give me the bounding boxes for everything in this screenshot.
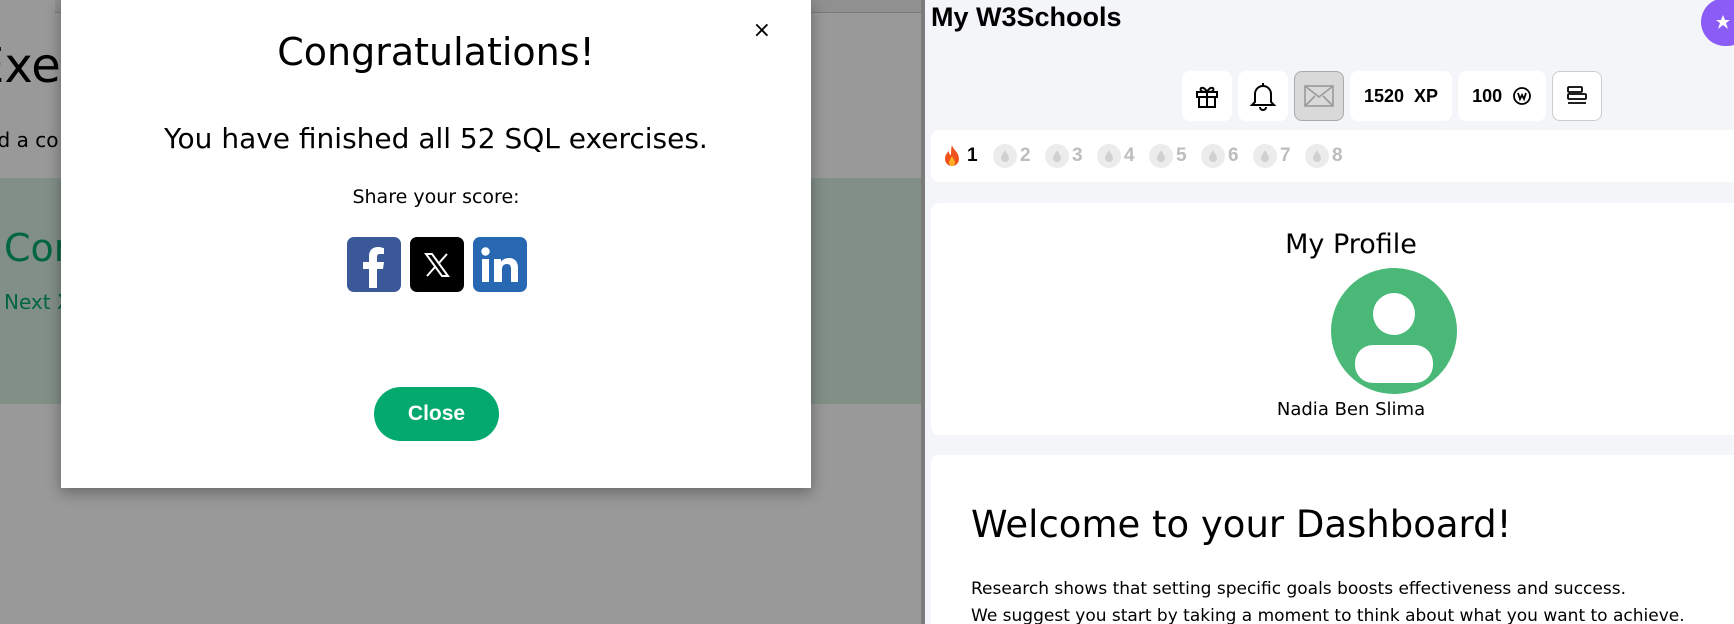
profile-title: My Profile (1285, 229, 1417, 260)
drop-icon (1097, 144, 1121, 168)
drop-icon (1201, 144, 1225, 168)
streak-day: 5 (1149, 144, 1201, 168)
streak-day-label: 6 (1228, 145, 1239, 166)
exercise-pane: Exer ld a co Cor Next X × Congratulation… (0, 0, 926, 624)
drop-icon (1305, 144, 1329, 168)
streak-day-label: 7 (1280, 145, 1291, 166)
drop-icon (1253, 144, 1277, 168)
modal-title: Congratulations! (277, 30, 595, 74)
welcome-paragraph: We suggest you start by taking a moment … (971, 606, 1685, 624)
streak-day: 8 (1305, 144, 1357, 168)
profile-name: Nadia Ben Slima (1276, 399, 1426, 420)
avatar[interactable] (1331, 268, 1457, 394)
streak-day-label: 4 (1124, 145, 1135, 166)
gift-button[interactable] (1182, 71, 1232, 121)
mail-icon (1304, 85, 1334, 107)
streak-day: 6 (1201, 144, 1253, 168)
streak-day: 7 (1253, 144, 1305, 168)
streak-day: 4 (1097, 144, 1149, 168)
share-label: Share your score: (352, 186, 520, 208)
coin-icon (1513, 87, 1532, 105)
welcome-card: Welcome to your Dashboard! Research show… (931, 455, 1734, 624)
xp-value: 1520 (1364, 85, 1405, 106)
xp-badge[interactable]: 1520 XP (1350, 71, 1453, 121)
toolbar: 1520 XP 100 (1182, 71, 1603, 121)
sidebar-icon (1567, 86, 1588, 104)
streak-day-label: 8 (1332, 145, 1343, 166)
congratulations-modal: × Congratulations! You have finished all… (61, 0, 811, 488)
sidebar-toggle-button[interactable] (1552, 71, 1603, 121)
coins-value: 100 (1472, 85, 1503, 106)
profile-card: My Profile Nadia Ben Slima (931, 203, 1734, 435)
upgrade-button[interactable] (1701, 0, 1734, 46)
welcome-title: Welcome to your Dashboard! (971, 503, 1512, 546)
streak-bar: 1 2 3 4 5 6 7 8 (931, 130, 1734, 182)
drop-icon (993, 144, 1017, 168)
welcome-paragraph: Research shows that setting specific goa… (971, 579, 1626, 599)
streak-day-label: 2 (1020, 145, 1031, 166)
close-button[interactable]: Close (374, 387, 499, 441)
x-icon[interactable] (410, 237, 464, 292)
coins-badge[interactable]: 100 (1458, 71, 1547, 121)
modal-message: You have finished all 52 SQL exercises. (164, 122, 708, 155)
dashboard-pane: My W3Schools 1520 XP 100 1 2 3 4 5 6 7 8… (925, 0, 1734, 624)
messages-button[interactable] (1294, 71, 1344, 121)
notifications-button[interactable] (1238, 71, 1288, 121)
streak-day-label: 3 (1072, 145, 1083, 166)
drop-icon (1149, 144, 1173, 168)
linkedin-icon[interactable] (473, 237, 527, 292)
bell-icon (1249, 83, 1277, 111)
xp-label: XP (1414, 85, 1439, 106)
streak-day-label: 5 (1176, 145, 1187, 166)
streak-day-label: 1 (967, 145, 978, 166)
flame-icon (945, 145, 959, 166)
share-icons (347, 237, 527, 292)
streak-day: 2 (993, 144, 1045, 168)
drop-icon (1045, 144, 1069, 168)
streak-day: 3 (1045, 144, 1097, 168)
gift-icon (1196, 86, 1218, 108)
facebook-icon[interactable] (347, 237, 401, 292)
streak-day: 1 (941, 144, 993, 168)
app-title: My W3Schools (931, 2, 1122, 32)
